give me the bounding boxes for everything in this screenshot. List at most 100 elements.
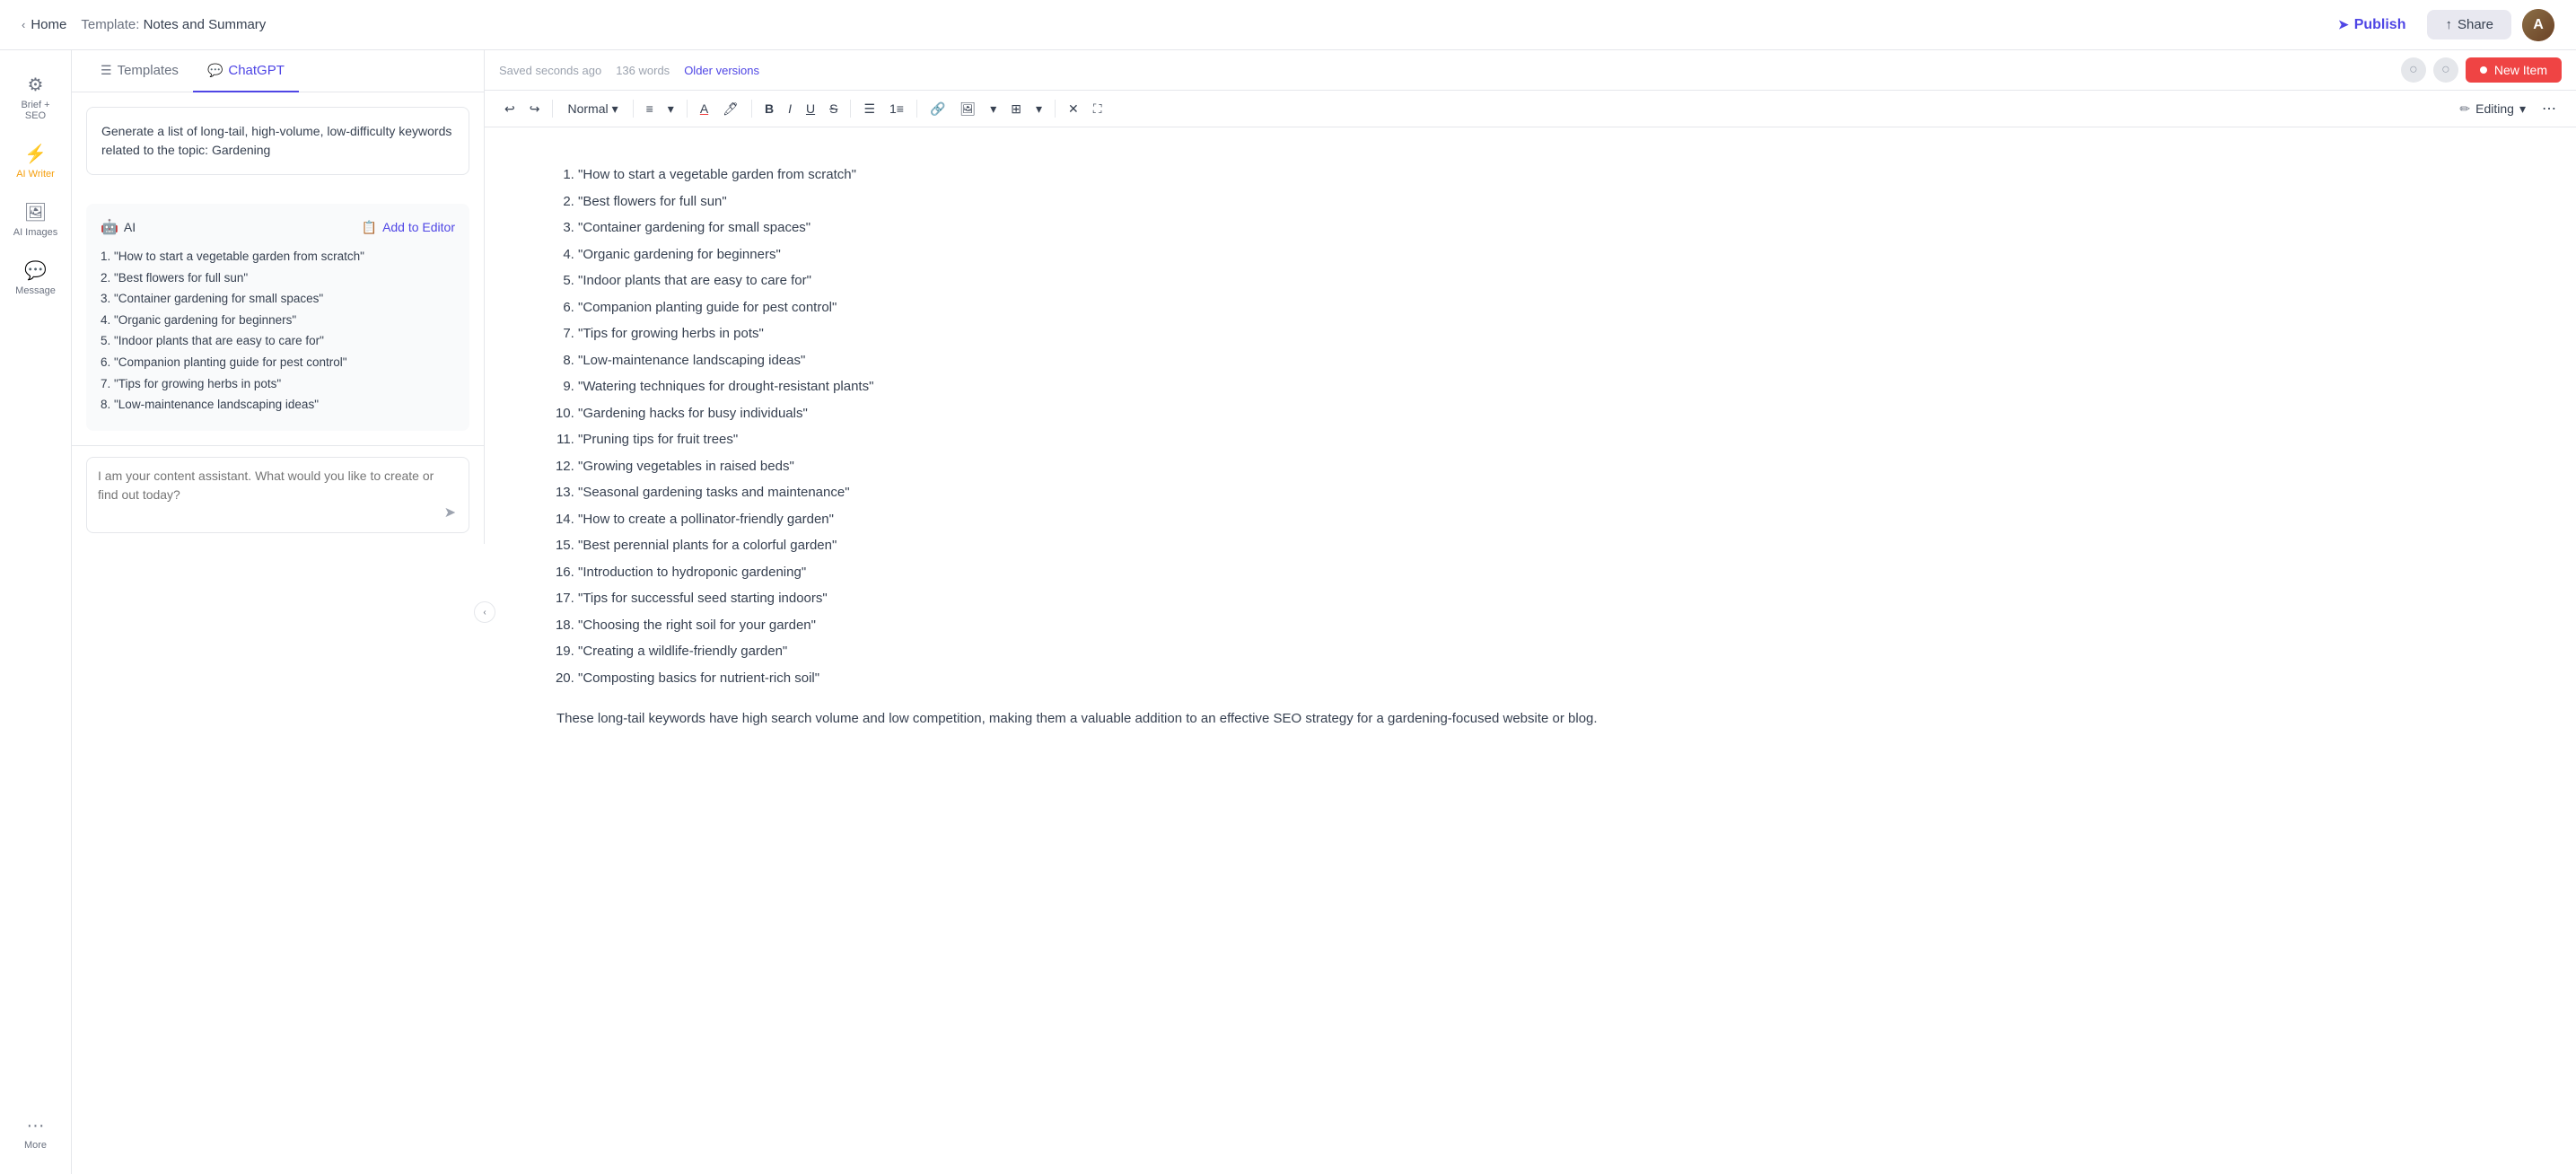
align-dropdown-button[interactable]: ▾ bbox=[662, 98, 679, 120]
style-select-button[interactable]: Normal ▾ bbox=[560, 98, 625, 120]
ai-content-line: 1. "How to start a vegetable garden from… bbox=[101, 247, 455, 267]
ai-message: 🤖 AI 📋 Add to Editor 1. "How to start a … bbox=[86, 204, 469, 431]
text-color-button[interactable]: A bbox=[695, 98, 714, 119]
home-label: Home bbox=[31, 17, 66, 32]
separator-7 bbox=[1055, 100, 1056, 118]
ai-content-line: 8. "Low-maintenance landscaping ideas" bbox=[101, 395, 455, 415]
chatgpt-icon: 💬 bbox=[207, 63, 223, 78]
ai-content: 1. "How to start a vegetable garden from… bbox=[101, 247, 455, 415]
image-dropdown-button[interactable]: ▾ bbox=[985, 98, 1002, 120]
main-layout: ⚙ Brief + SEO ⚡ AI Writer 🖼 AI Images 💬 … bbox=[0, 50, 2576, 1174]
strikethrough-button[interactable]: S bbox=[824, 98, 843, 119]
toolbar-status: Saved seconds ago 136 words Older versio… bbox=[499, 64, 759, 77]
ai-content-line: 4. "Organic gardening for beginners" bbox=[101, 311, 455, 330]
editor-list-item: "Watering techniques for drought-resista… bbox=[578, 375, 2504, 399]
editor-area: Saved seconds ago 136 words Older versio… bbox=[485, 50, 2576, 1174]
editing-chevron-icon: ▾ bbox=[2519, 101, 2526, 117]
editor-list-item: "Growing vegetables in raised beds" bbox=[578, 455, 2504, 478]
ai-content-line: 2. "Best flowers for full sun" bbox=[101, 268, 455, 288]
add-to-editor-button[interactable]: 📋 Add to Editor bbox=[362, 220, 455, 235]
pencil-icon: ✏ bbox=[2459, 101, 2470, 117]
style-chevron-icon: ▾ bbox=[612, 101, 618, 117]
highlight-button[interactable]: 🖊 bbox=[717, 98, 744, 120]
clear-format-button[interactable]: ✕ bbox=[1063, 98, 1084, 120]
editor-list-item: "How to start a vegetable garden from sc… bbox=[578, 163, 2504, 187]
tab-templates[interactable]: ☰ Templates bbox=[86, 50, 193, 92]
add-to-editor-icon: 📋 bbox=[362, 220, 377, 235]
editor-content[interactable]: "How to start a vegetable garden from sc… bbox=[485, 127, 2576, 1174]
italic-button[interactable]: I bbox=[783, 98, 797, 119]
expand-button[interactable]: ⛶ bbox=[1088, 98, 1108, 120]
sidebar-label-message: Message bbox=[15, 285, 56, 296]
sidebar-item-ai-images[interactable]: 🖼 AI Images bbox=[4, 192, 68, 247]
toolbar-avatar-2: ○ bbox=[2433, 57, 2458, 83]
separator-3 bbox=[687, 100, 688, 118]
toolbar-avatar-1: ○ bbox=[2401, 57, 2426, 83]
more-options-button[interactable]: ⋯ bbox=[2537, 96, 2562, 121]
new-item-button[interactable]: New Item bbox=[2466, 57, 2562, 83]
editor-list-item: "Low-maintenance landscaping ideas" bbox=[578, 349, 2504, 372]
ai-content-line: 5. "Indoor plants that are easy to care … bbox=[101, 331, 455, 351]
redo-button[interactable]: ↪ bbox=[524, 98, 546, 120]
align-button[interactable]: ≡ bbox=[641, 98, 659, 119]
sidebar-item-more[interactable]: ··· More bbox=[4, 1107, 68, 1160]
ai-message-header: 🤖 AI 📋 Add to Editor bbox=[101, 218, 455, 236]
bullet-list-button[interactable]: ☰ bbox=[858, 98, 881, 120]
sidebar-item-brief-seo[interactable]: ⚙ Brief + SEO bbox=[4, 65, 68, 130]
sidebar-label-ai-writer: AI Writer bbox=[16, 169, 55, 180]
message-icon: 💬 bbox=[24, 259, 47, 282]
lightning-icon: ⚡ bbox=[24, 143, 47, 165]
bold-button[interactable]: B bbox=[759, 98, 779, 119]
add-to-editor-label: Add to Editor bbox=[382, 220, 455, 234]
avatar-placeholder-icon: ○ bbox=[2409, 62, 2418, 78]
style-label: Normal bbox=[567, 101, 608, 116]
editing-label: Editing bbox=[2475, 101, 2514, 116]
editor-list-item: "Companion planting guide for pest contr… bbox=[578, 296, 2504, 320]
link-button[interactable]: 🔗 bbox=[924, 98, 951, 120]
editor-list-item: "Seasonal gardening tasks and maintenanc… bbox=[578, 481, 2504, 504]
editor-list-item: "Tips for growing herbs in pots" bbox=[578, 322, 2504, 346]
avatar-face: A bbox=[2522, 9, 2554, 41]
keyword-list: "How to start a vegetable garden from sc… bbox=[556, 163, 2504, 689]
image-button[interactable]: 🖼 bbox=[954, 98, 981, 120]
template-hint-text: Generate a list of long-tail, high-volum… bbox=[101, 124, 451, 157]
editing-mode-button[interactable]: ✏ Editing ▾ bbox=[2452, 98, 2533, 120]
template-hint: Generate a list of long-tail, high-volum… bbox=[86, 107, 469, 175]
share-button[interactable]: ↑ Share bbox=[2427, 10, 2511, 39]
share-label: Share bbox=[2458, 17, 2493, 32]
publish-arrow-icon: ➤ bbox=[2338, 17, 2349, 32]
ordered-list-button[interactable]: 1≡ bbox=[884, 98, 909, 119]
chat-send-button[interactable]: ➤ bbox=[442, 502, 458, 523]
sidebar-item-ai-writer[interactable]: ⚡ AI Writer bbox=[4, 134, 68, 188]
older-versions-link[interactable]: Older versions bbox=[684, 64, 759, 77]
editor-list-item: "Introduction to hydroponic gardening" bbox=[578, 561, 2504, 584]
panel-collapse-button[interactable]: ‹ bbox=[474, 601, 495, 623]
undo-button[interactable]: ↩ bbox=[499, 98, 521, 120]
chat-input-area: ➤ bbox=[72, 445, 484, 544]
sidebar-item-message[interactable]: 💬 Message bbox=[4, 250, 68, 305]
sidebar-label-more: More bbox=[24, 1140, 47, 1151]
ai-label: 🤖 AI bbox=[101, 218, 136, 236]
word-count: 136 words bbox=[616, 64, 670, 77]
editor-format-bar: ↩ ↪ Normal ▾ ≡ ▾ A 🖊 B I U S ☰ 1≡ 🔗 🖼 ▾ bbox=[485, 91, 2576, 127]
saved-status: Saved seconds ago bbox=[499, 64, 601, 77]
editor-list-item: "How to create a pollinator-friendly gar… bbox=[578, 508, 2504, 531]
more-icon: ··· bbox=[27, 1116, 45, 1136]
home-link[interactable]: ‹ Home bbox=[22, 17, 66, 32]
chat-input[interactable] bbox=[98, 467, 442, 523]
editor-list-item: "Creating a wildlife-friendly garden" bbox=[578, 640, 2504, 663]
tab-chatgpt[interactable]: 💬 ChatGPT bbox=[193, 50, 299, 92]
ai-chat-area: 🤖 AI 📋 Add to Editor 1. "How to start a … bbox=[72, 189, 484, 445]
table-button[interactable]: ⊞ bbox=[1005, 98, 1027, 120]
editor-list-item: "Tips for successful seed starting indoo… bbox=[578, 587, 2504, 610]
editor-list-item: "Indoor plants that are easy to care for… bbox=[578, 269, 2504, 293]
editor-list-item: "Pruning tips for fruit trees" bbox=[578, 428, 2504, 451]
underline-button[interactable]: U bbox=[801, 98, 820, 119]
publish-button[interactable]: ➤ Publish bbox=[2327, 12, 2417, 39]
table-dropdown-button[interactable]: ▾ bbox=[1030, 98, 1047, 120]
editor-toolbar-top: Saved seconds ago 136 words Older versio… bbox=[485, 50, 2576, 91]
icon-sidebar: ⚙ Brief + SEO ⚡ AI Writer 🖼 AI Images 💬 … bbox=[0, 50, 72, 1174]
editor-list-item: "Choosing the right soil for your garden… bbox=[578, 614, 2504, 637]
ai-content-line: 6. "Companion planting guide for pest co… bbox=[101, 353, 455, 372]
breadcrumb-title: Notes and Summary bbox=[144, 17, 267, 32]
